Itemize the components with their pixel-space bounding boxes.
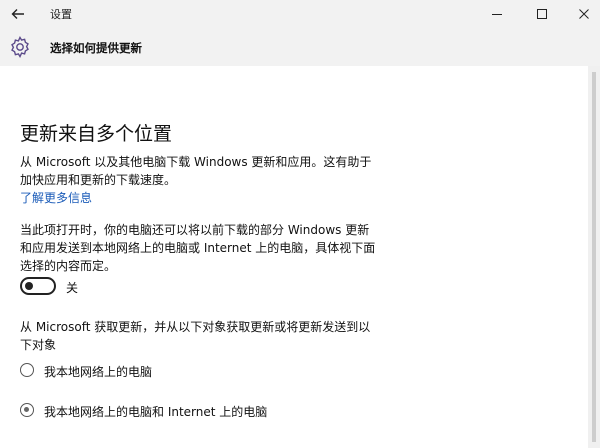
radio-local-network[interactable] — [20, 363, 34, 377]
page-header: 选择如何提供更新 — [0, 28, 600, 66]
toggle-knob — [25, 282, 33, 290]
radio-label-local-network: 我本地网络上的电脑 — [44, 365, 153, 379]
maximize-button[interactable] — [526, 0, 558, 28]
close-icon — [579, 9, 589, 19]
intro-text-line-2: 加快应用和更新的下载速度。 — [20, 173, 177, 187]
radio-selected-dot — [24, 407, 29, 412]
window-title: 设置 — [50, 8, 72, 21]
description-line-3: 选择的内容而定。 — [20, 259, 117, 273]
source-text-line-1: 从 Microsoft 获取更新，并从以下对象获取更新或将更新发送到以 — [20, 320, 371, 334]
delivery-toggle-switch[interactable] — [20, 277, 56, 295]
section-heading: 更新来自多个位置 — [20, 123, 173, 145]
description-line-1: 当此项打开时，你的电脑还可以将以前下载的部分 Windows 更新 — [20, 223, 370, 237]
page-title: 选择如何提供更新 — [50, 41, 142, 55]
toggle-state-label: 关 — [66, 281, 79, 295]
title-bar: 设置 — [0, 0, 600, 28]
arrow-left-icon — [11, 9, 24, 19]
minimize-button[interactable] — [481, 0, 513, 28]
learn-more-link[interactable]: 了解更多信息 — [20, 189, 92, 206]
maximize-icon — [537, 9, 547, 19]
radio-label-local-and-internet: 我本地网络上的电脑和 Internet 上的电脑 — [44, 405, 268, 419]
gear-icon — [11, 36, 29, 58]
vertical-scrollbar[interactable] — [588, 66, 600, 448]
close-button[interactable] — [568, 0, 600, 28]
intro-text-line-1: 从 Microsoft 以及其他电脑下载 Windows 更新和应用。这有助于 — [20, 155, 372, 169]
radio-local-and-internet[interactable] — [20, 403, 34, 417]
description-line-2: 和应用发送到本地网络上的电脑或 Internet 上的电脑，具体视下面 — [20, 241, 376, 255]
back-button[interactable] — [4, 2, 32, 26]
minimize-icon — [492, 14, 502, 15]
source-text-line-2: 下对象 — [20, 338, 57, 352]
scrollbar-thumb[interactable] — [592, 72, 596, 442]
